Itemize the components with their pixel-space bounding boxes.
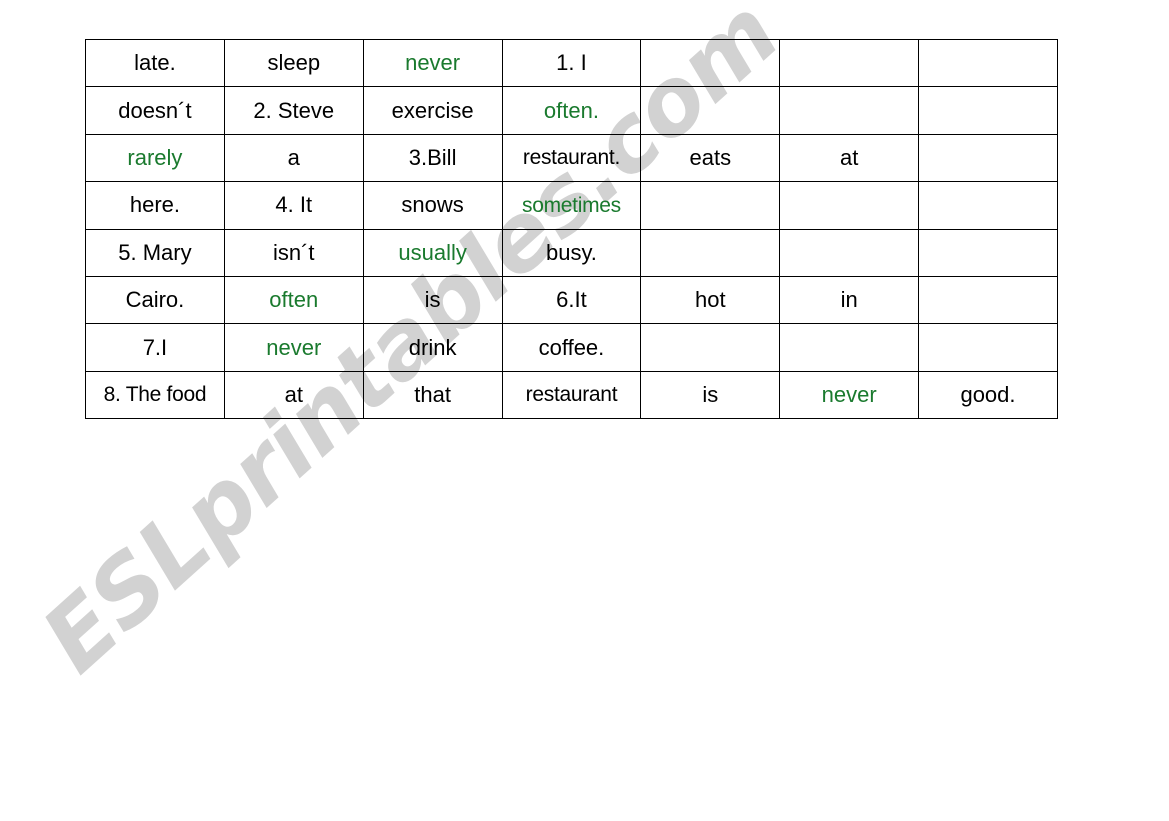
word-cell: 7.I [85, 323, 225, 372]
empty-cell [779, 38, 920, 88]
table-row: 7.I never drink coffee. [85, 323, 1058, 372]
empty-cell [640, 86, 781, 135]
table-row: 5. Mary isn´t usually busy. [85, 228, 1058, 277]
empty-cell [779, 86, 920, 135]
word-cell: restaurant. [501, 133, 642, 183]
word-cell: a [223, 133, 364, 183]
word-cell: is [362, 275, 503, 325]
empty-cell [779, 228, 920, 277]
table-row: here. 4. It snows sometimes [85, 181, 1058, 230]
word-cell: rarely [85, 133, 225, 183]
table-row: 8. The food at that restaurant is never good. [85, 370, 1058, 420]
empty-cell [779, 181, 920, 230]
empty-cell [640, 181, 781, 230]
empty-cell [640, 323, 781, 372]
word-cell: isn´t [223, 228, 364, 277]
word-cell: restaurant [501, 370, 642, 420]
table-row: Cairo. often is 6.It hot in [85, 275, 1058, 325]
empty-cell [640, 38, 781, 88]
worksheet-container: late. sleep never 1. Idoesn´t 2. Steve exerci… [85, 38, 1058, 420]
word-cell: 3.Bill [362, 133, 503, 183]
empty-cell [918, 86, 1058, 135]
empty-cell [779, 323, 920, 372]
word-cell: coffee. [501, 323, 642, 372]
word-cell: is [640, 370, 781, 420]
word-cell: usually [362, 228, 503, 277]
word-cell: 6.It [501, 275, 642, 325]
empty-cell [640, 228, 781, 277]
word-cell: often [223, 275, 364, 325]
word-scramble-table: late. sleep never 1. Idoesn´t 2. Steve exerci… [85, 38, 1058, 420]
empty-cell [918, 275, 1058, 325]
word-cell: Cairo. [85, 275, 225, 325]
word-cell: 5. Mary [85, 228, 225, 277]
word-cell: snows [362, 181, 503, 230]
word-cell: hot [640, 275, 781, 325]
word-cell: busy. [501, 228, 642, 277]
table-row: late. sleep never 1. I [85, 38, 1058, 88]
empty-cell [918, 228, 1058, 277]
word-cell: never [779, 370, 920, 420]
word-cell: exercise [362, 86, 503, 135]
word-cell: that [362, 370, 503, 420]
empty-cell [918, 133, 1058, 183]
empty-cell [918, 181, 1058, 230]
word-cell: 8. The food [85, 370, 225, 420]
word-cell: late. [85, 38, 225, 88]
empty-cell [918, 38, 1058, 88]
word-cell: here. [85, 181, 225, 230]
table-row: rarely a 3.Bill restaurant. eats at [85, 133, 1058, 183]
word-cell: never [362, 38, 503, 88]
empty-cell [918, 323, 1058, 372]
word-cell: sleep [223, 38, 364, 88]
word-cell: eats [640, 133, 781, 183]
word-cell: often. [501, 86, 642, 135]
word-cell: at [779, 133, 920, 183]
word-cell: 4. It [223, 181, 364, 230]
word-scramble-body: late. sleep never 1. Idoesn´t 2. Steve exerci… [85, 38, 1058, 420]
word-cell: sometimes [501, 181, 642, 230]
word-cell: 2. Steve [223, 86, 364, 135]
word-cell: at [223, 370, 364, 420]
word-cell: good. [918, 370, 1058, 420]
word-cell: doesn´t [85, 86, 225, 135]
word-cell: in [779, 275, 920, 325]
word-cell: 1. I [501, 38, 642, 88]
word-cell: never [223, 323, 364, 372]
word-cell: drink [362, 323, 503, 372]
table-row: doesn´t 2. Steve exercise often. [85, 86, 1058, 135]
